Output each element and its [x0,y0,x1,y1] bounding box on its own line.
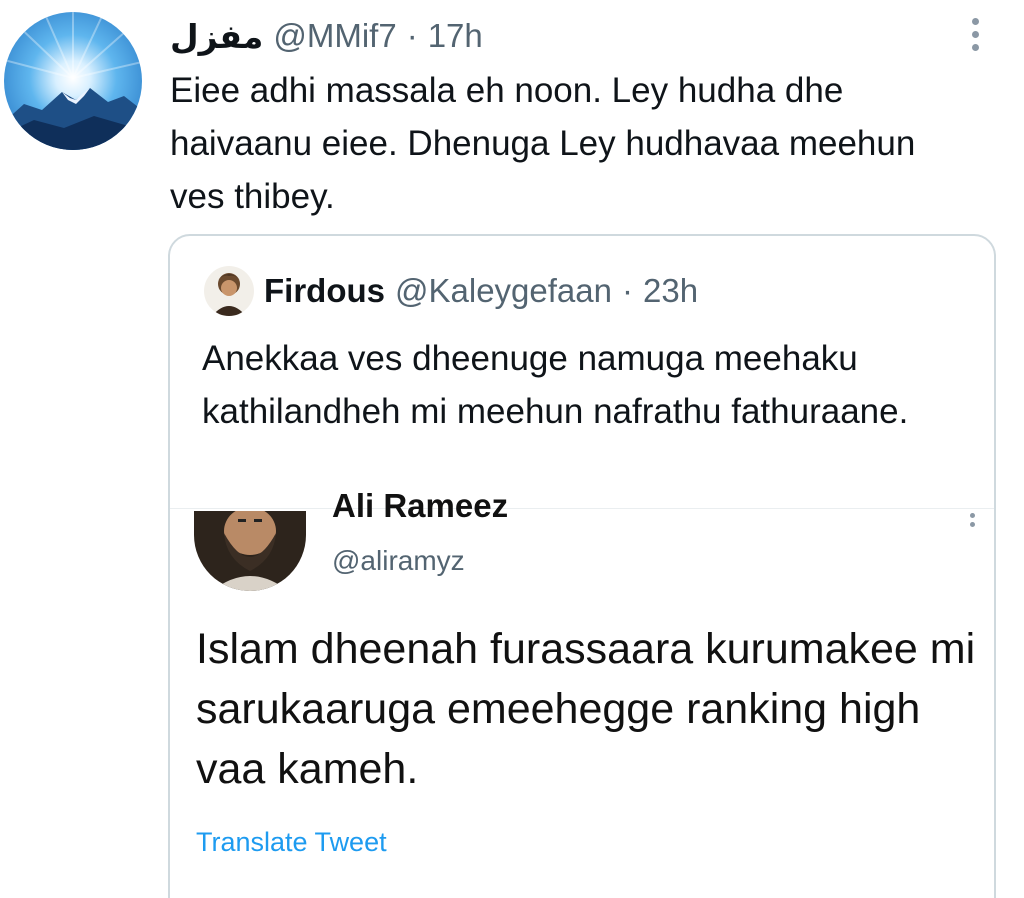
tweet-text: Eiee adhi massala eh noon. Ley hudha dhe… [170,71,916,216]
timestamp[interactable]: 17h [428,17,483,55]
quoted-meta-separator: · [621,272,633,309]
handle[interactable]: @MMif7 [273,17,396,55]
vertical-dots-icon[interactable] [960,14,990,54]
person-avatar-image [204,266,254,316]
bearded-man-avatar-image [194,511,306,591]
quoted-user-avatar [204,266,254,316]
translate-tweet-link: Translate Tweet [196,827,387,857]
quoted-handle: @Kaleygefaan [395,272,612,309]
vertical-dots-icon [970,513,976,531]
quoted-timestamp: 23h [642,272,699,309]
tweet-page: مفزل @MMif7 · 17h Eiee adhi massala eh n… [0,0,1024,898]
embedded-user-avatar [194,511,306,591]
embedded-tweet-screenshot[interactable]: Ali Rameez @aliramyz Islam dheenah furas… [170,487,994,898]
quoted-tweet-header: Firdous @Kaleygefaan · 23h [264,266,698,316]
embedded-handle: @aliramyz [332,545,465,576]
embedded-tweet-text: Islam dheenah furassaara kurumakee mi sa… [196,625,976,793]
embedded-display-name: Ali Rameez [332,487,509,524]
tweet-header: مفزل @MMif7 · 17h [170,14,483,58]
quoted-tweet-card[interactable]: Firdous @Kaleygefaan · 23h Anekkaa ves d… [168,234,996,898]
user-avatar[interactable] [4,12,142,150]
meta-separator: · [406,17,418,54]
display-name[interactable]: مفزل [170,17,263,56]
mountain-sky-avatar-image [4,12,142,150]
quoted-tweet-text: Anekkaa ves dheenuge namuga meehaku kath… [202,339,909,431]
quoted-display-name: Firdous [264,272,385,309]
